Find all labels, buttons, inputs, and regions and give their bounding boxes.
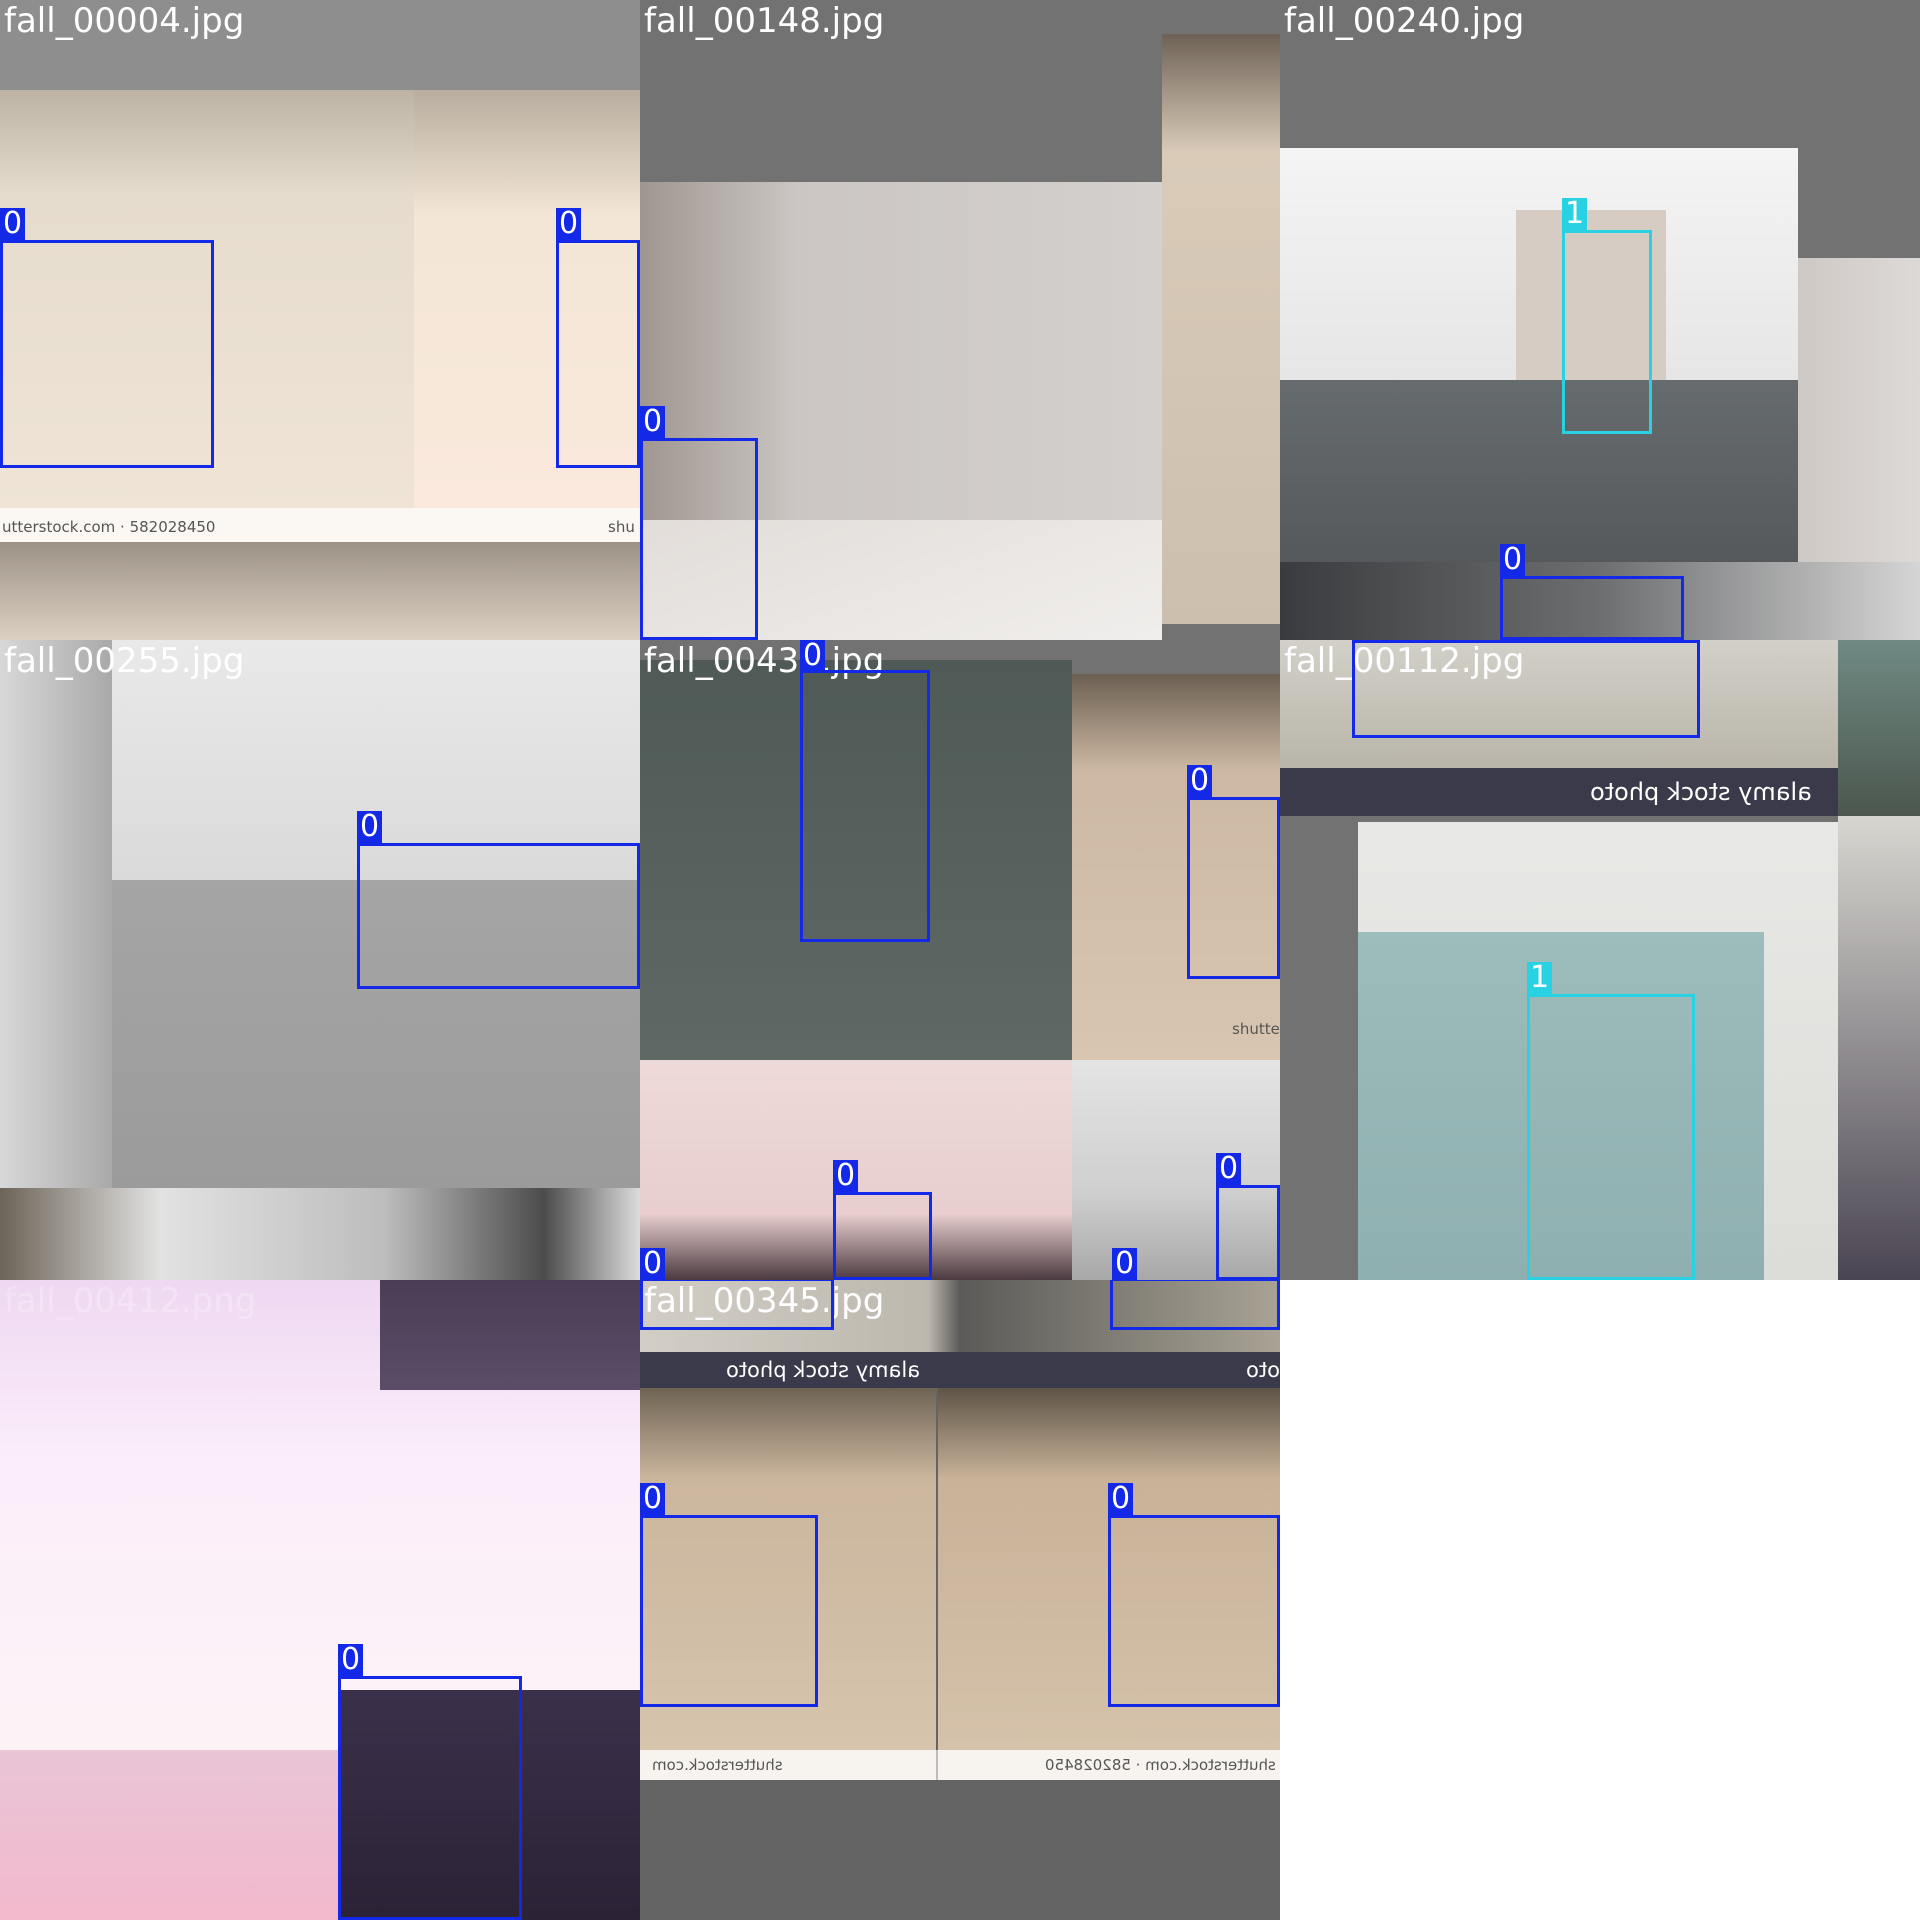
alamy-banner: alamy stock photo oto — [640, 1352, 1280, 1388]
watermark-text: shutterstock.com — [652, 1756, 783, 1774]
alamy-banner: alamy stock photo — [1280, 768, 1838, 816]
detection-box-class-0 — [640, 1515, 818, 1707]
detection-box-class-0 — [1108, 1515, 1280, 1707]
sand-strip — [1162, 34, 1280, 624]
image-filename: fall_00412.png — [4, 1281, 257, 1321]
detection-box-class-0 — [1110, 1280, 1280, 1330]
detection-label: 0 — [1108, 1483, 1134, 1515]
detection-label: 0 — [338, 1644, 364, 1676]
tile-fall-00240: fall_00240.jpg 1 0 — [1280, 0, 1920, 640]
detection-label: 0 — [640, 406, 666, 438]
tile-fall-00112: alamy stock photo fall_00112.jpg 0 1 — [1280, 640, 1920, 1280]
detection-label: 0 — [1500, 544, 1526, 576]
tile-fall-00439: shutter fall_00439.jpg 0 0 0 0 0 0 — [640, 640, 1280, 1280]
snow-scene-bottom — [0, 542, 640, 640]
left-wall-strip — [0, 640, 112, 1188]
detection-box-class-0 — [1500, 576, 1684, 640]
office-floor — [1280, 380, 1798, 562]
detection-label: 0 — [640, 1483, 666, 1515]
detection-label: 0 — [833, 1160, 859, 1192]
detection-label: 0 — [800, 640, 826, 672]
detection-box-class-0 — [338, 1676, 522, 1920]
detection-box-class-0 — [1187, 797, 1280, 979]
tile-fall-00412: fall_00412.png 0 — [0, 1280, 640, 1920]
watermark-text: utterstock.com · 582028450 — [2, 518, 216, 536]
detection-box-class-0 — [1352, 640, 1700, 738]
watermark-text: shu — [608, 518, 635, 536]
watermark-text: alamy stock photo — [1590, 778, 1812, 806]
tile-fall-00255: fall_00255.jpg 0 — [0, 640, 640, 1280]
strip-divider — [936, 1750, 938, 1780]
watermark-text: shutterstock.com · 582028450 — [1045, 1756, 1276, 1774]
image-filename: fall_00148.jpg — [644, 1, 885, 41]
image-filename: fall_00240.jpg — [1284, 1, 1525, 41]
detection-label: 1 — [1527, 962, 1553, 994]
detection-label: 0 — [556, 208, 582, 240]
detection-label: 1 — [1562, 198, 1588, 230]
detection-label: 0 — [640, 1248, 666, 1280]
detection-box-class-0 — [640, 1280, 834, 1330]
detection-box-class-0 — [640, 438, 758, 640]
image-filename: fall_00255.jpg — [4, 641, 245, 681]
detection-box-class-1 — [1527, 994, 1695, 1280]
watermark-text: shutter — [1232, 1020, 1280, 1038]
right-strip — [1838, 816, 1920, 1280]
detection-box-class-1 — [1562, 230, 1652, 434]
detection-box-class-0 — [833, 1192, 932, 1280]
tile-fall-00345: alamy stock photo oto shutterstock.com s… — [640, 1280, 1280, 1920]
detection-label: 0 — [1216, 1153, 1242, 1185]
detection-box-class-0 — [1216, 1185, 1280, 1280]
detection-box-class-0 — [800, 670, 930, 942]
image-filename: fall_00004.jpg — [4, 1, 245, 41]
curtain — [380, 1280, 640, 1390]
green-wall-strip — [1838, 640, 1920, 816]
tile-fall-00004: utterstock.com · 582028450 shu fall_0000… — [0, 0, 640, 640]
bottom-strip — [0, 1188, 640, 1280]
side-wall — [1798, 258, 1920, 562]
watermark-text: alamy stock photo — [726, 1358, 921, 1382]
detection-label: 0 — [1187, 765, 1213, 797]
detection-box-class-0 — [357, 843, 640, 989]
detection-label: 0 — [357, 811, 383, 843]
watermark-text: oto — [1246, 1358, 1280, 1382]
detection-box-class-0 — [556, 240, 640, 468]
tile-fall-00148: fall_00148.jpg 0 — [640, 0, 1280, 640]
bed — [0, 1750, 340, 1920]
detection-label: 0 — [1112, 1248, 1138, 1280]
detection-box-class-0 — [0, 240, 214, 468]
detection-label: 0 — [0, 208, 26, 240]
